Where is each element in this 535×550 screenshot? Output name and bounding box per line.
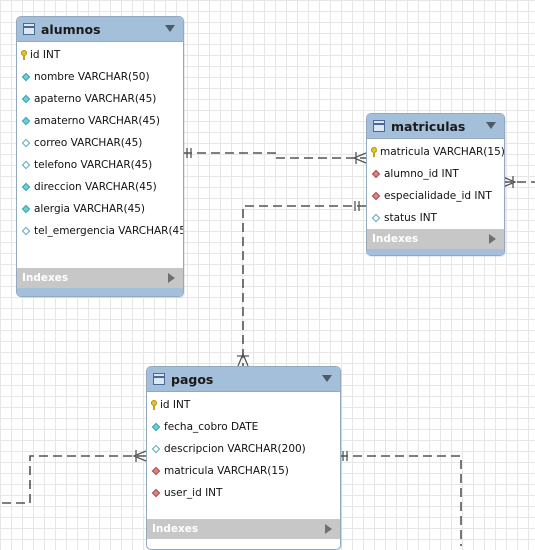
collapse-arrow-icon[interactable] [322,375,332,382]
table-matriculas[interactable]: matriculas matricula VARCHAR(15) alumno_… [366,113,505,256]
column-row[interactable]: alergia VARCHAR(45) [17,198,183,220]
table-icon [23,23,35,35]
indexes-label: Indexes [372,233,419,245]
expand-arrow-icon[interactable] [168,273,175,283]
table-matriculas-fields: matricula VARCHAR(15) alumno_id INT espe… [367,139,504,229]
fields-spacer [147,504,340,519]
expand-arrow-icon[interactable] [489,234,496,244]
column-label: amaterno VARCHAR(45) [34,115,160,127]
table-alumnos-header[interactable]: alumnos [17,17,183,42]
column-row[interactable]: telefono VARCHAR(45) [17,154,183,176]
indexes-section-toggle[interactable]: Indexes [17,268,183,288]
nullable-column-icon [21,226,31,236]
not-null-column-icon [21,94,31,104]
column-label: user_id INT [164,487,223,499]
column-label: matricula VARCHAR(15) [164,465,289,477]
primary-key-icon [151,400,157,410]
relationship-alumnos-matriculas [183,152,366,159]
indexes-label: Indexes [22,272,69,284]
column-row[interactable]: fecha_cobro DATE [147,416,340,438]
column-label: nombre VARCHAR(50) [34,71,150,83]
nullable-column-icon [151,444,161,454]
column-label: telefono VARCHAR(45) [34,159,153,171]
not-null-column-icon [151,422,161,432]
not-null-column-icon [21,72,31,82]
relationship-pagos-right-external [339,455,462,546]
foreign-key-icon [371,169,381,179]
column-label: status INT [384,212,437,224]
expand-arrow-icon[interactable] [325,524,332,534]
not-null-column-icon [21,116,31,126]
column-row[interactable]: direccion VARCHAR(45) [17,176,183,198]
foreign-key-icon [371,191,381,201]
nullable-column-icon [21,138,31,148]
column-label: correo VARCHAR(45) [34,137,143,149]
not-null-column-icon [21,204,31,214]
table-icon [153,373,165,385]
table-icon [373,120,385,132]
table-matriculas-header[interactable]: matriculas [367,114,504,139]
column-label: descripcion VARCHAR(200) [164,443,306,455]
column-label: id INT [30,49,61,61]
column-row[interactable]: especialidade_id INT [367,185,504,207]
fields-spacer [17,242,183,268]
table-alumnos[interactable]: alumnos id INT nombre VARCHAR(50) apater… [16,16,184,297]
column-row[interactable]: matricula VARCHAR(15) [147,460,340,482]
column-row[interactable]: alumno_id INT [367,163,504,185]
column-row[interactable]: apaterno VARCHAR(45) [17,88,183,110]
collapse-arrow-icon[interactable] [486,122,496,129]
indexes-label: Indexes [152,523,199,535]
table-alumnos-fields: id INT nombre VARCHAR(50) apaterno VARCH… [17,42,183,242]
column-label: tel_emergencia VARCHAR(45) [34,225,184,237]
column-label: alergia VARCHAR(45) [34,203,146,215]
column-label: id INT [160,399,191,411]
column-label: fecha_cobro DATE [164,421,259,433]
column-label: alumno_id INT [384,168,459,180]
column-label: direccion VARCHAR(45) [34,181,157,193]
table-matriculas-title: matriculas [391,118,466,134]
relationship-pagos-left-external [0,455,146,504]
column-label: especialidade_id INT [384,190,492,202]
indexes-section-toggle[interactable]: Indexes [367,229,504,249]
primary-key-icon [21,50,27,60]
not-null-column-icon [21,182,31,192]
foreign-key-icon [151,488,161,498]
table-pagos-fields: id INT fecha_cobro DATE descripcion VARC… [147,392,340,504]
column-row[interactable]: user_id INT [147,482,340,504]
nullable-column-icon [21,160,31,170]
column-row[interactable]: status INT [367,207,504,229]
column-label: apaterno VARCHAR(45) [34,93,157,105]
indexes-section-toggle[interactable]: Indexes [147,519,340,539]
nullable-column-icon [371,213,381,223]
table-pagos-title: pagos [171,371,214,387]
column-row[interactable]: amaterno VARCHAR(45) [17,110,183,132]
column-row[interactable]: correo VARCHAR(45) [17,132,183,154]
column-row[interactable]: descripcion VARCHAR(200) [147,438,340,460]
foreign-key-icon [151,466,161,476]
column-row[interactable]: id INT [147,394,340,416]
table-alumnos-title: alumnos [41,21,101,37]
column-row[interactable]: tel_emergencia VARCHAR(45) [17,220,183,242]
collapse-arrow-icon[interactable] [165,25,175,32]
column-label: matricula VARCHAR(15) [380,146,505,158]
relationship-matriculas-pagos [242,205,366,366]
column-row[interactable]: nombre VARCHAR(50) [17,66,183,88]
column-row[interactable]: id INT [17,44,183,66]
table-pagos[interactable]: pagos id INT fecha_cobro DATE descripcio… [146,366,341,550]
primary-key-icon [371,147,377,157]
table-footer [17,288,183,296]
table-footer [367,249,504,255]
table-pagos-header[interactable]: pagos [147,367,340,392]
column-row[interactable]: matricula VARCHAR(15) [367,141,504,163]
